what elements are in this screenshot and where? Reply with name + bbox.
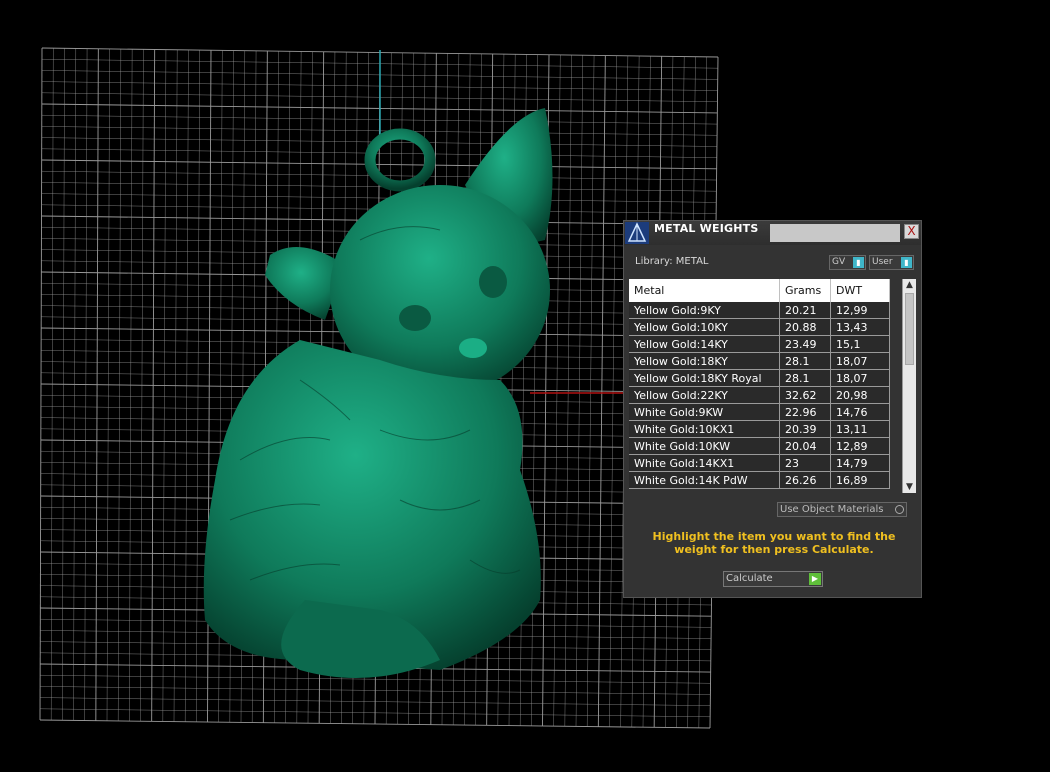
use-object-materials-label: Use Object Materials bbox=[780, 504, 884, 515]
titlebar-drag-area[interactable] bbox=[770, 224, 900, 242]
grams-cell: 22.96 bbox=[779, 403, 831, 421]
dwt-cell: 12,99 bbox=[830, 302, 890, 319]
metal-cell: White Gold:10KW bbox=[629, 437, 780, 455]
dwt-cell: 14,79 bbox=[830, 454, 890, 472]
scroll-down-icon[interactable]: ▼ bbox=[903, 481, 916, 493]
grams-cell: 20.88 bbox=[779, 318, 831, 336]
dwt-cell: 18,07 bbox=[830, 352, 890, 370]
grams-cell: 23.49 bbox=[779, 335, 831, 353]
grams-cell: 20.21 bbox=[779, 302, 831, 319]
radio-icon[interactable] bbox=[895, 505, 904, 514]
instruction-text: Highlight the item you want to find the … bbox=[652, 530, 896, 556]
grams-cell: 28.1 bbox=[779, 369, 831, 387]
grams-cell: 20.39 bbox=[779, 420, 831, 438]
metal-cell: White Gold:14K PdW bbox=[629, 471, 780, 489]
metal-cell: White Gold:10KX1 bbox=[629, 420, 780, 438]
metal-weights-dialog: METAL WEIGHTS X Library: METAL GV ▮ User… bbox=[623, 220, 922, 598]
column-header-grams[interactable]: Grams bbox=[779, 279, 831, 302]
grams-cell: 26.26 bbox=[779, 471, 831, 489]
metal-cell: White Gold:9KW bbox=[629, 403, 780, 421]
metal-cell: Yellow Gold:10KY bbox=[629, 318, 780, 336]
table-row[interactable]: Yellow Gold:22KY 32.62 20,98 bbox=[629, 386, 890, 404]
dwt-cell: 13,11 bbox=[830, 420, 890, 438]
gv-toggle-button[interactable]: GV ▮ bbox=[829, 255, 866, 270]
scroll-up-icon[interactable]: ▲ bbox=[903, 279, 916, 291]
dialog-title: METAL WEIGHTS bbox=[654, 222, 759, 235]
dialog-titlebar[interactable]: METAL WEIGHTS X bbox=[624, 221, 921, 245]
calculate-label: Calculate bbox=[726, 573, 773, 584]
grams-cell: 20.04 bbox=[779, 437, 831, 455]
table-row[interactable]: White Gold:14KX1 23 14,79 bbox=[629, 454, 890, 472]
column-header-dwt[interactable]: DWT bbox=[830, 279, 890, 302]
user-toggle-button[interactable]: User ▮ bbox=[869, 255, 914, 270]
table-row[interactable]: Yellow Gold:10KY 20.88 13,43 bbox=[629, 318, 890, 336]
close-icon[interactable]: X bbox=[904, 224, 919, 239]
metal-table-container[interactable]: Metal Grams DWT Yellow Gold:9KY 20.21 12,9… bbox=[629, 279, 916, 493]
use-object-materials-option[interactable]: Use Object Materials bbox=[777, 502, 907, 517]
dwt-cell: 13,43 bbox=[830, 318, 890, 336]
dwt-cell: 15,1 bbox=[830, 335, 890, 353]
metal-cell: White Gold:14KX1 bbox=[629, 454, 780, 472]
indicator-icon: ▮ bbox=[853, 257, 864, 268]
gv-label: GV bbox=[832, 257, 846, 267]
dwt-cell: 18,07 bbox=[830, 369, 890, 387]
dwt-cell: 12,89 bbox=[830, 437, 890, 455]
indicator-icon: ▮ bbox=[901, 257, 912, 268]
table-row[interactable]: Yellow Gold:9KY 20.21 12,99 bbox=[629, 302, 890, 319]
table-row[interactable]: White Gold:14K PdW 26.26 16,89 bbox=[629, 471, 890, 489]
table-row[interactable]: Yellow Gold:18KY 28.1 18,07 bbox=[629, 352, 890, 370]
kitten-pendant-model[interactable] bbox=[203, 108, 553, 678]
table-row[interactable]: White Gold:10KW 20.04 12,89 bbox=[629, 437, 890, 455]
column-header-metal[interactable]: Metal bbox=[629, 279, 780, 302]
library-label: Library: METAL bbox=[635, 256, 709, 267]
metal-cell: Yellow Gold:9KY bbox=[629, 302, 780, 319]
dwt-cell: 16,89 bbox=[830, 471, 890, 489]
metal-table: Metal Grams DWT Yellow Gold:9KY 20.21 12,9… bbox=[629, 279, 890, 489]
table-header-row: Metal Grams DWT bbox=[629, 279, 890, 302]
metal-cell: Yellow Gold:22KY bbox=[629, 386, 780, 404]
table-row[interactable]: White Gold:9KW 22.96 14,76 bbox=[629, 403, 890, 421]
app-logo-icon bbox=[625, 222, 649, 244]
metal-cell: Yellow Gold:18KY Royal bbox=[629, 369, 780, 387]
table-row[interactable]: Yellow Gold:14KY 23.49 15,1 bbox=[629, 335, 890, 353]
grams-cell: 32.62 bbox=[779, 386, 831, 404]
grams-cell: 23 bbox=[779, 454, 831, 472]
table-row[interactable]: White Gold:10KX1 20.39 13,11 bbox=[629, 420, 890, 438]
dwt-cell: 20,98 bbox=[830, 386, 890, 404]
play-icon: ▶ bbox=[809, 573, 821, 585]
metal-cell: Yellow Gold:18KY bbox=[629, 352, 780, 370]
scroll-thumb[interactable] bbox=[905, 293, 914, 365]
table-row[interactable]: Yellow Gold:18KY Royal 28.1 18,07 bbox=[629, 369, 890, 387]
grams-cell: 28.1 bbox=[779, 352, 831, 370]
dwt-cell: 14,76 bbox=[830, 403, 890, 421]
table-scrollbar[interactable]: ▲ ▼ bbox=[902, 279, 916, 493]
metal-cell: Yellow Gold:14KY bbox=[629, 335, 780, 353]
calculate-button[interactable]: Calculate ▶ bbox=[723, 571, 823, 587]
user-label: User bbox=[872, 257, 893, 267]
